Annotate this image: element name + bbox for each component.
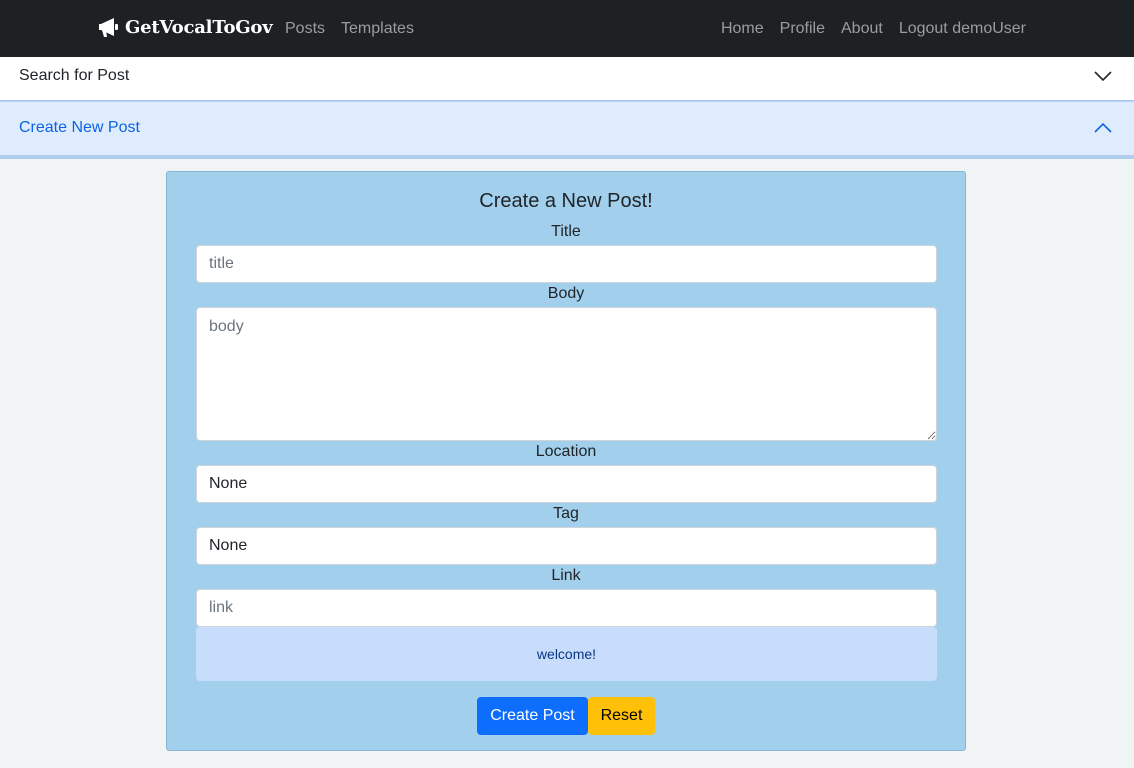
location-select[interactable]: None [196,465,937,503]
tag-selected-value: None [209,537,248,554]
body-label: Body [547,285,585,302]
create-post-button[interactable]: Create Post [477,697,588,735]
link-input[interactable] [196,589,937,627]
accordion-create-label: Create New Post [19,119,140,136]
brand-logo[interactable]: GetVocalToGov [97,16,273,38]
nav-link-about[interactable]: About [841,19,883,39]
location-label: Location [535,443,597,460]
welcome-alert: welcome! [196,627,937,681]
megaphone-icon [99,18,118,37]
title-label: Title [551,223,581,240]
tag-label: Tag [553,505,579,522]
nav-link-logout[interactable]: Logout demoUser [899,19,1026,39]
accordion-search-label: Search for Post [19,67,130,84]
nav-link-posts[interactable]: Posts [285,19,325,39]
body-textarea[interactable] [196,307,937,441]
chevron-down-icon [1094,71,1112,82]
link-label: Link [551,567,581,584]
chevron-up-icon [1094,122,1112,133]
form-heading: Create a New Post! [479,190,653,212]
brand-name: GetVocalToGov [125,16,273,38]
accordion-search-header[interactable]: Search for Post [0,57,1134,101]
accordion-create-header[interactable]: Create New Post [0,101,1134,159]
reset-button[interactable]: Reset [588,697,655,735]
location-selected-value: None [209,475,248,492]
nav-right-links: Home Profile About Logout demoUser [721,19,1026,39]
nav-left-links: Posts Templates [285,19,414,39]
tag-select[interactable]: None [196,527,937,565]
top-navbar: GetVocalToGov Posts Templates Home Profi… [0,0,1134,57]
create-post-card: Create a New Post! Title Body Location N… [166,171,966,751]
title-input[interactable] [196,245,937,283]
nav-link-templates[interactable]: Templates [341,19,414,39]
nav-link-profile[interactable]: Profile [780,19,825,39]
nav-link-home[interactable]: Home [721,19,764,39]
